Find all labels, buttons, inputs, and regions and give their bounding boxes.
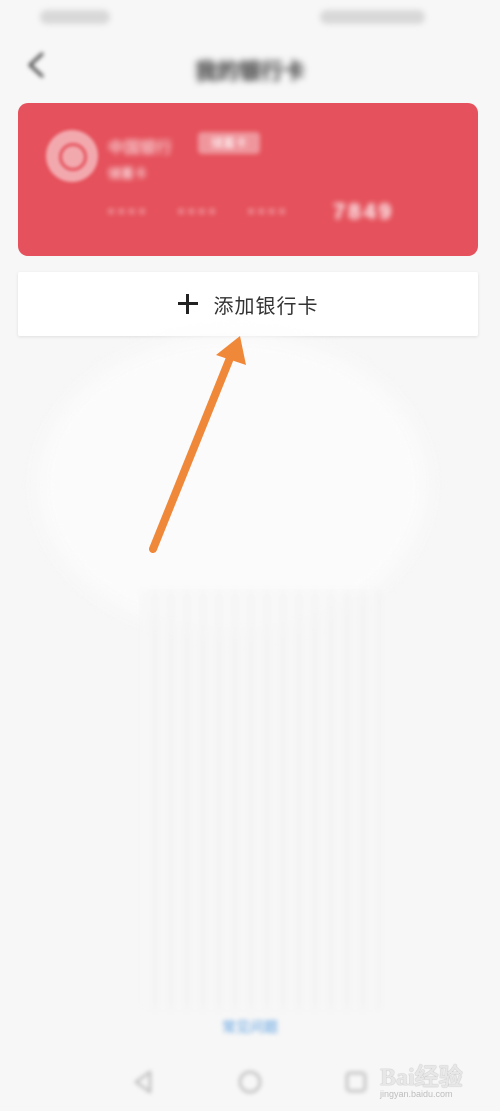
status-icons-time	[320, 10, 425, 24]
page-title: 我的银行卡	[194, 59, 305, 84]
home-circle-icon[interactable]	[236, 1068, 264, 1096]
card-number-last4: 7849	[333, 199, 394, 224]
back-triangle-icon[interactable]	[130, 1068, 158, 1096]
faq-link[interactable]: 常见问题	[0, 1017, 500, 1037]
baidu-jingyan-watermark: Bai经验 jingyan.baidu.com	[380, 1053, 498, 1109]
watermark-url: jingyan.baidu.com	[380, 1089, 453, 1099]
bank-card[interactable]: 中国银行 储蓄卡 储蓄卡 ···· ···· ···· 7849	[18, 103, 478, 256]
card-type-label: 储蓄卡	[108, 166, 148, 181]
card-number-group: ····	[108, 199, 150, 224]
watermark-text: Bai经验	[380, 1065, 463, 1091]
add-bank-card-label: 添加银行卡	[213, 295, 319, 318]
add-bank-card-button[interactable]: 添加银行卡	[18, 272, 478, 336]
plus-icon	[177, 294, 198, 314]
background-decoration-stripes	[140, 590, 380, 1010]
card-tag-badge: 储蓄卡	[198, 132, 260, 154]
card-number: ···· ···· ···· 7849	[108, 199, 438, 229]
card-number-group: ····	[178, 199, 220, 224]
page-header: 我的银行卡	[0, 36, 500, 96]
recents-square-icon[interactable]	[342, 1068, 370, 1096]
status-bar	[0, 0, 500, 36]
bank-logo-icon	[46, 130, 98, 182]
card-number-group: ····	[248, 199, 290, 224]
bank-name: 中国银行	[108, 140, 173, 157]
carrier-signal-indicator	[40, 10, 110, 24]
